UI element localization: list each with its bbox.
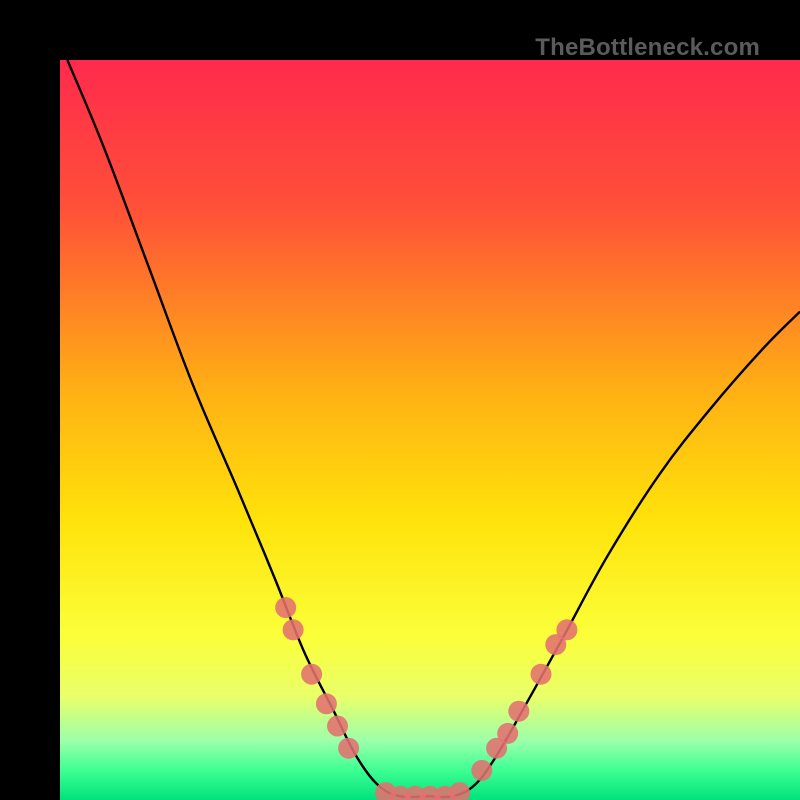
chart-frame: TheBottleneck.com <box>0 0 800 800</box>
marker-dot <box>301 664 322 685</box>
marker-dot <box>556 619 577 640</box>
marker-dot <box>327 716 348 737</box>
marker-dot <box>497 723 518 744</box>
watermark-text: TheBottleneck.com <box>535 34 760 62</box>
marker-dot <box>283 619 304 640</box>
marker-dot <box>275 597 296 618</box>
gradient-background <box>60 60 800 800</box>
marker-dot <box>316 693 337 714</box>
marker-dot <box>508 701 529 722</box>
chart-svg <box>60 60 800 800</box>
marker-dot <box>471 760 492 781</box>
marker-dot <box>531 664 552 685</box>
plot-area <box>60 60 800 800</box>
marker-dot <box>338 738 359 759</box>
